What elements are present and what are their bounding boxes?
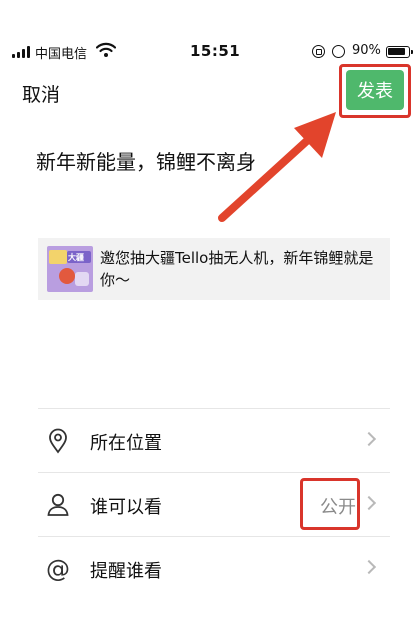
option-label: 提醒谁看 (90, 561, 162, 582)
status-time: 15:51 (190, 42, 241, 60)
battery-percent: 90% (352, 43, 381, 58)
alarm-icon (332, 45, 345, 58)
option-location[interactable]: 所在位置 (38, 408, 390, 472)
orientation-lock-icon (312, 45, 325, 58)
link-thumbnail: 大疆 (47, 246, 93, 292)
battery-icon (386, 46, 413, 58)
status-bar (0, 0, 418, 30)
wifi-icon (96, 42, 116, 57)
post-text[interactable]: 新年新能量，锦鲤不离身 (36, 146, 256, 175)
carrier-name: 中国电信 (35, 47, 88, 62)
chevron-right-icon (361, 431, 377, 447)
person-icon (47, 493, 69, 516)
chevron-right-icon (361, 559, 377, 575)
chevron-right-icon (361, 495, 377, 511)
visibility-highlight-box (300, 478, 360, 530)
option-label: 所在位置 (90, 433, 162, 454)
publish-button[interactable]: 发表 (346, 70, 404, 110)
at-icon: @ (46, 555, 70, 583)
location-pin-icon (49, 428, 67, 454)
option-label: 谁可以看 (90, 497, 162, 518)
signal-icon (12, 46, 32, 58)
cancel-button[interactable]: 取消 (22, 80, 60, 107)
option-remind[interactable]: @ 提醒谁看 (38, 536, 390, 600)
link-card[interactable]: 大疆 邀您抽大疆Tello抽无人机，新年锦鲤就是你～ (38, 238, 390, 300)
link-card-title: 邀您抽大疆Tello抽无人机，新年锦鲤就是你～ (100, 249, 374, 289)
thumbnail-text: 大疆 (68, 253, 84, 262)
